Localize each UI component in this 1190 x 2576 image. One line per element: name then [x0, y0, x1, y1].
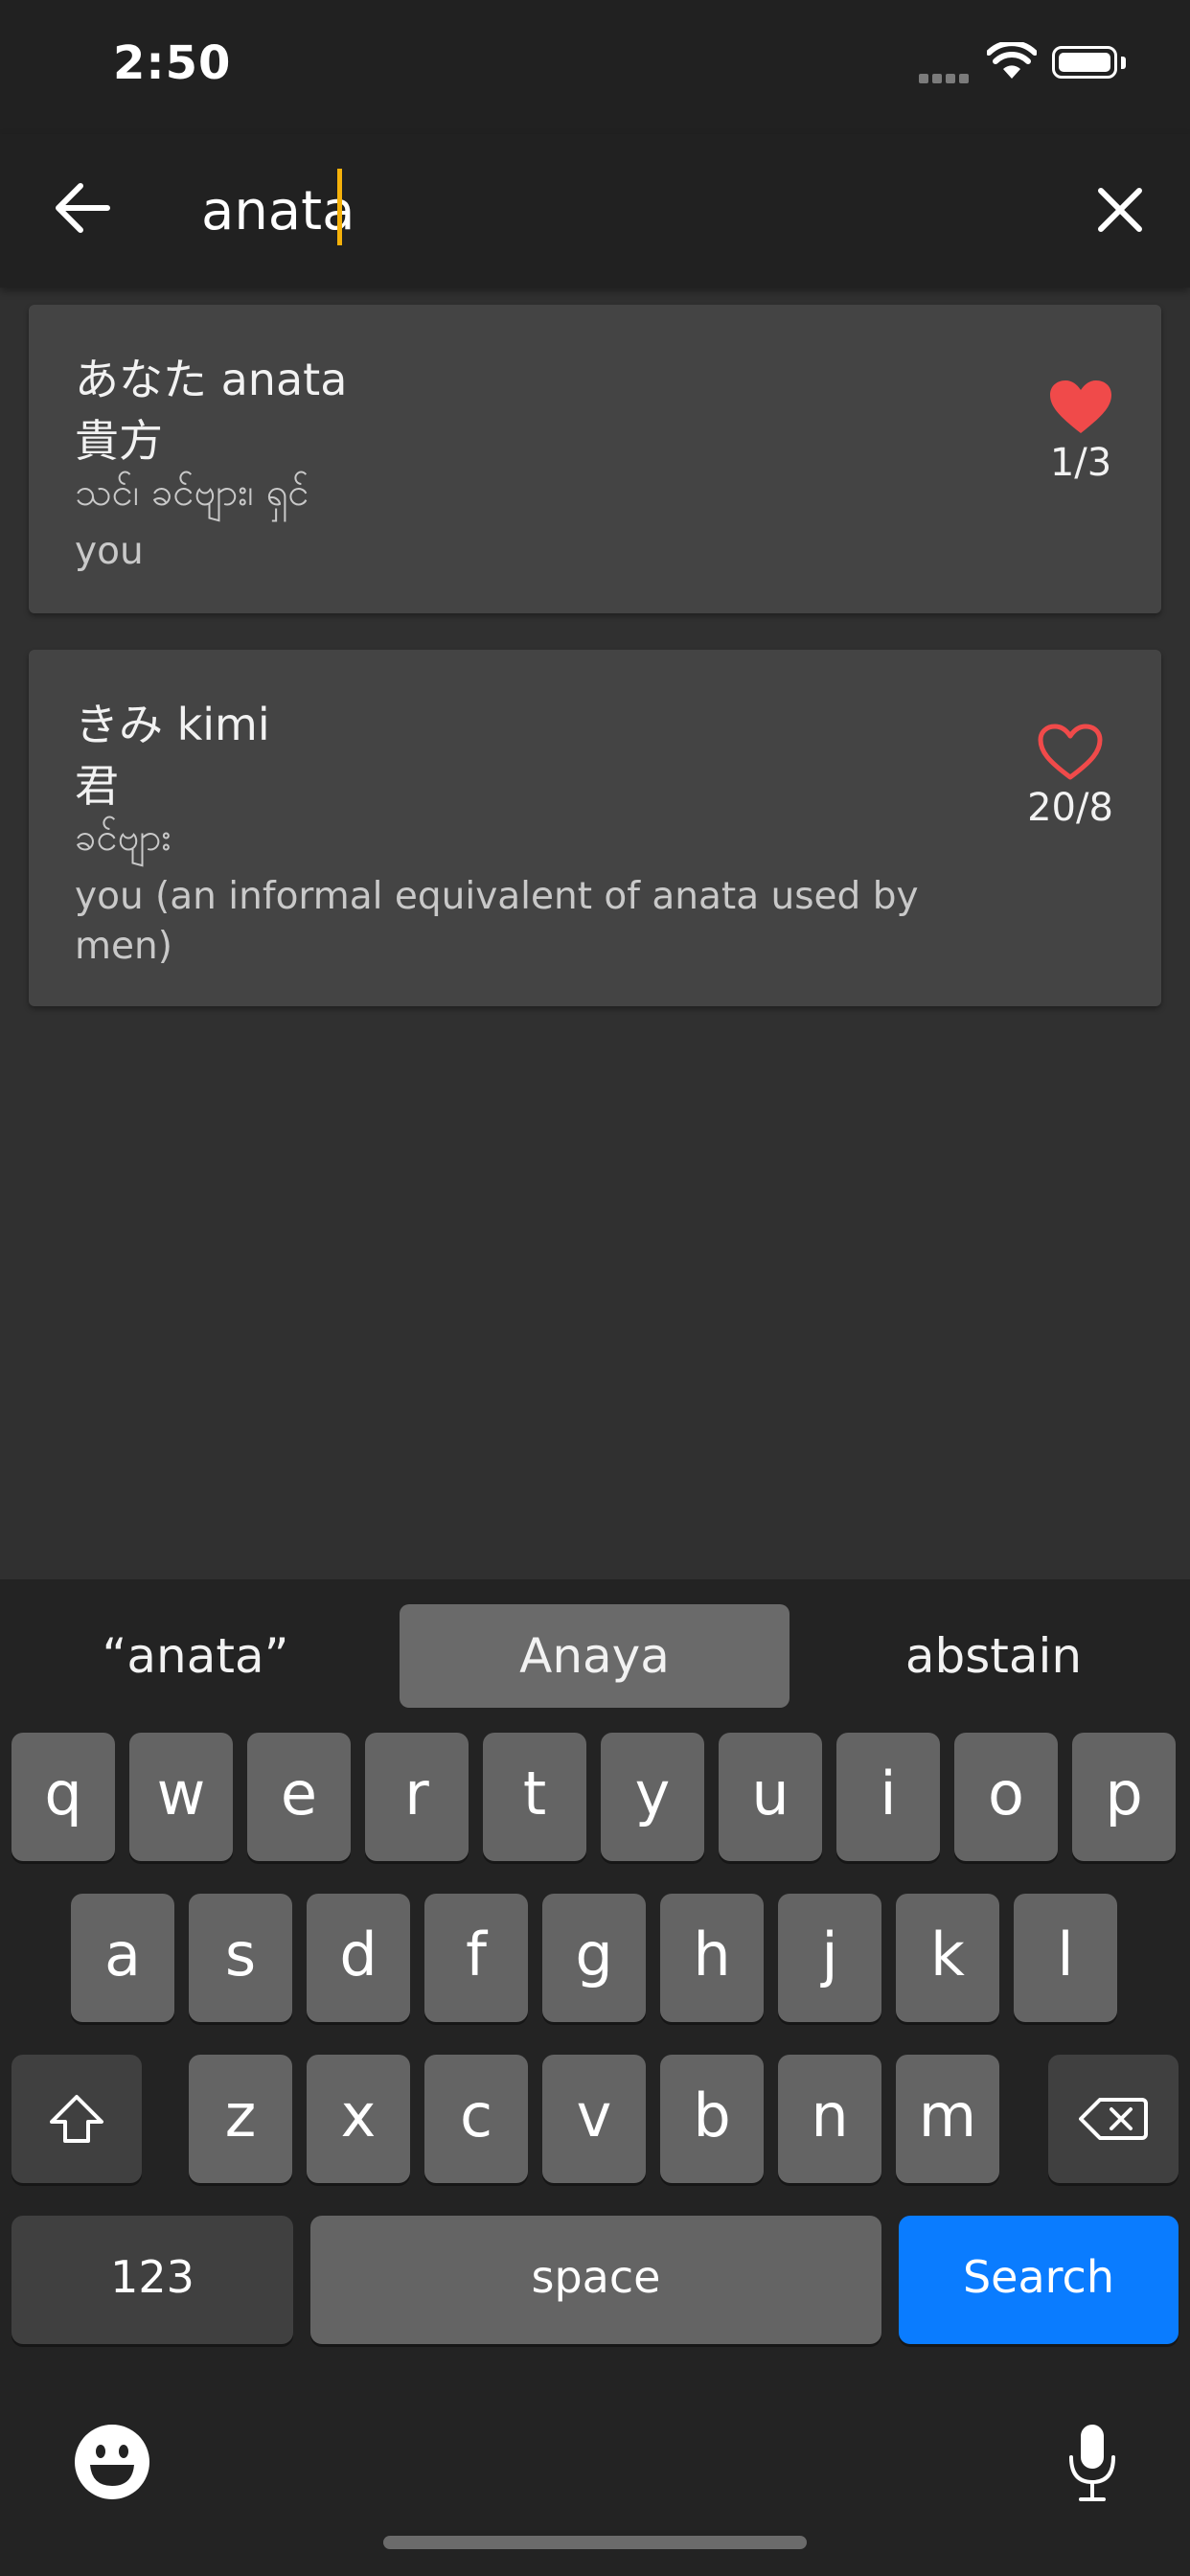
- key-d[interactable]: d: [307, 1894, 410, 2022]
- suggestion-alt[interactable]: abstain: [816, 1604, 1171, 1708]
- key-r[interactable]: r: [365, 1733, 469, 1861]
- key-k[interactable]: k: [896, 1894, 999, 2022]
- key-w[interactable]: w: [129, 1733, 233, 1861]
- key-s[interactable]: s: [189, 1894, 292, 2022]
- key-u[interactable]: u: [719, 1733, 822, 1861]
- key-l[interactable]: l: [1014, 1894, 1117, 2022]
- key-p[interactable]: p: [1072, 1733, 1176, 1861]
- heart-filled-icon[interactable]: [1047, 378, 1114, 437]
- result-card[interactable]: あなた anata 貴方 သင်၊ ခင်ဗျား၊ ရှင် you 1/3: [29, 305, 1161, 613]
- favorite-count: 20/8: [1027, 786, 1113, 830]
- search-input[interactable]: [201, 163, 1044, 259]
- key-e[interactable]: e: [247, 1733, 351, 1861]
- backspace-icon: [1079, 2098, 1148, 2140]
- result-kanji: 貴方: [75, 415, 163, 467]
- result-meaning: you: [75, 530, 144, 573]
- key-m[interactable]: m: [896, 2055, 999, 2183]
- suggestion-primary[interactable]: Anaya: [400, 1604, 790, 1708]
- space-key[interactable]: space: [310, 2216, 881, 2344]
- key-x[interactable]: x: [307, 2055, 410, 2183]
- suggestion-quoted[interactable]: “anata”: [19, 1604, 372, 1708]
- search-key[interactable]: Search: [899, 2216, 1179, 2344]
- key-v[interactable]: v: [542, 2055, 646, 2183]
- result-meaning: you (an informal equivalent of anata use…: [75, 875, 919, 968]
- key-q[interactable]: q: [11, 1733, 115, 1861]
- key-y[interactable]: y: [601, 1733, 704, 1861]
- key-g[interactable]: g: [542, 1894, 646, 2022]
- emoji-icon[interactable]: [73, 2423, 151, 2501]
- key-t[interactable]: t: [483, 1733, 586, 1861]
- status-bar: 2:50: [0, 0, 1190, 134]
- key-a[interactable]: a: [71, 1894, 174, 2022]
- result-kana-romaji: きみ kimi: [75, 699, 270, 750]
- key-b[interactable]: b: [660, 2055, 764, 2183]
- microphone-icon[interactable]: [1067, 2423, 1117, 2503]
- back-arrow-icon[interactable]: [48, 174, 115, 242]
- key-n[interactable]: n: [778, 2055, 881, 2183]
- key-i[interactable]: i: [836, 1733, 940, 1861]
- battery-nub: [1121, 57, 1126, 69]
- backspace-key[interactable]: [1048, 2055, 1179, 2183]
- numbers-key[interactable]: 123: [11, 2216, 293, 2344]
- text-caret: [337, 169, 342, 245]
- search-app-bar: [0, 134, 1190, 288]
- favorite-count: 1/3: [1049, 441, 1112, 485]
- shift-icon: [50, 2095, 103, 2143]
- result-burmese: ခင်ဗျား: [75, 816, 172, 860]
- key-c[interactable]: c: [424, 2055, 528, 2183]
- home-indicator[interactable]: [383, 2536, 807, 2549]
- key-h[interactable]: h: [660, 1894, 764, 2022]
- close-icon[interactable]: [1087, 177, 1153, 242]
- status-time: 2:50: [113, 36, 232, 90]
- dictionary-search-screen: 2:50 あなた anata 貴方 သင်၊ ခင်ဗျား၊ ရှင် you…: [0, 0, 1190, 2576]
- key-f[interactable]: f: [424, 1894, 528, 2022]
- cellular-signal-icon: [919, 69, 973, 87]
- result-kana-romaji: あなた anata: [75, 354, 348, 405]
- result-burmese: သင်၊ ခင်ဗျား၊ ရှင်: [75, 471, 309, 515]
- key-z[interactable]: z: [189, 2055, 292, 2183]
- on-screen-keyboard: “anata” Anaya abstain q w e r t y u i o …: [0, 1579, 1190, 2576]
- heart-outline-icon[interactable]: [1037, 723, 1104, 782]
- battery-icon: [1052, 46, 1117, 79]
- shift-key[interactable]: [11, 2055, 142, 2183]
- result-card[interactable]: きみ kimi 君 ခင်ဗျား you (an informal equiv…: [29, 650, 1161, 1006]
- wifi-icon: [987, 42, 1037, 79]
- key-j[interactable]: j: [778, 1894, 881, 2022]
- key-o[interactable]: o: [954, 1733, 1058, 1861]
- result-kanji: 君: [75, 760, 119, 812]
